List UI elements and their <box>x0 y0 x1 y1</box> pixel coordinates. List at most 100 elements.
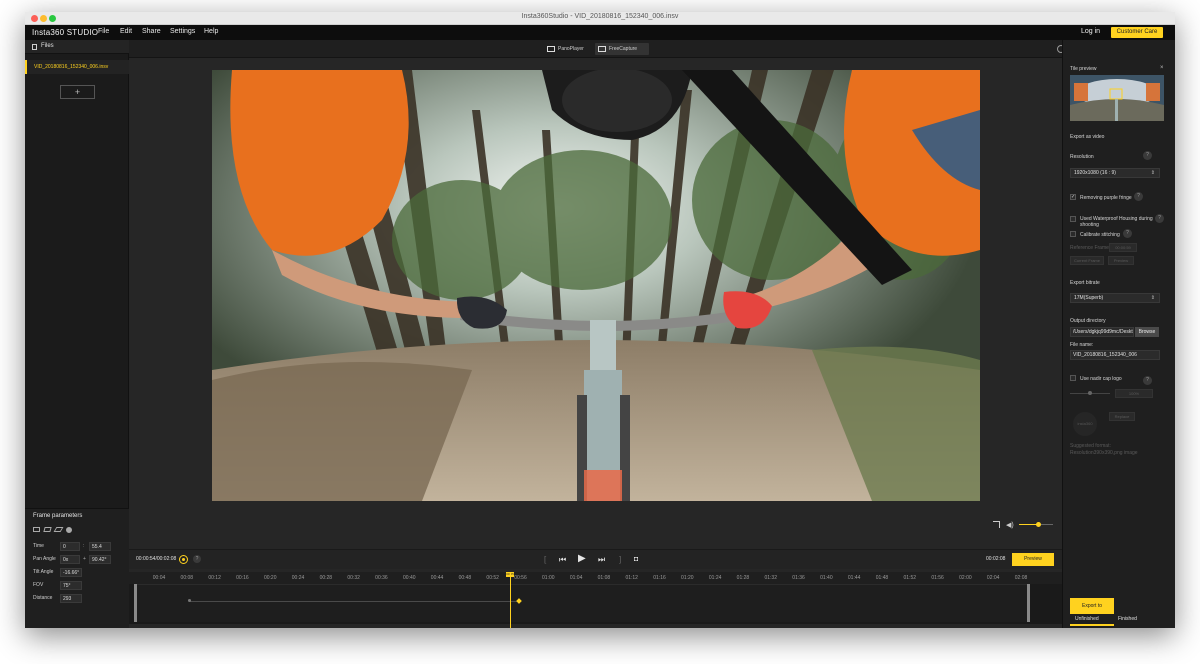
tilt-angle-label: Tilt Angle <box>33 569 54 575</box>
time-minutes-input[interactable]: 0 <box>60 542 80 551</box>
timeline-tick-label: 00:08 <box>180 575 194 581</box>
perspective-view-icon[interactable] <box>43 527 52 532</box>
timeline-tick-label: 01:20 <box>681 575 694 581</box>
timeline-tick-label: 00:20 <box>263 575 277 581</box>
timeline-tick-label: 00:32 <box>347 575 360 581</box>
export-to-button[interactable]: Export to <box>1070 598 1114 614</box>
preview-button[interactable]: Preview <box>1012 553 1054 566</box>
browse-button[interactable]: Browse <box>1135 327 1159 337</box>
timeline-tick-label: 01:28 <box>736 575 750 581</box>
distance-input[interactable]: 293 <box>60 594 82 603</box>
output-directory-label: Output directory <box>1070 318 1106 324</box>
nadir-logo-label: Use nadir cap logo <box>1080 376 1122 382</box>
timeline-tick-label: 01:40 <box>820 575 833 581</box>
files-panel: Files VID_20180816_152340_006.insv + Fra… <box>25 40 129 628</box>
freecapture-icon <box>598 46 606 52</box>
volume-fill <box>1019 524 1038 525</box>
menu-edit[interactable]: Edit <box>120 28 132 35</box>
snapshot-camera-icon[interactable]: ◘ <box>634 555 638 565</box>
volume-icon[interactable]: ◀) <box>1006 521 1014 529</box>
nadir-size-knob[interactable] <box>1088 391 1092 395</box>
waterproof-checkbox[interactable] <box>1070 216 1076 222</box>
resolution-help-icon[interactable]: ? <box>1143 151 1152 160</box>
customer-care-button[interactable]: Customer Care <box>1111 27 1163 38</box>
timeline-end-handle[interactable] <box>1027 584 1030 622</box>
video-frame-illustration <box>212 70 980 501</box>
waterproof-help-icon[interactable]: ? <box>1155 214 1164 223</box>
nadir-size-slider[interactable] <box>1070 391 1110 395</box>
timeline-tick-label: 01:00 <box>542 575 555 581</box>
resolution-select[interactable]: 1920x1080 (16 : 9) ⇕ <box>1070 168 1160 178</box>
add-keyframe-button[interactable] <box>179 555 188 564</box>
volume-knob[interactable] <box>1035 522 1041 527</box>
calibrate-checkbox[interactable] <box>1070 231 1076 237</box>
export-as-video-title: Export as video <box>1070 134 1105 140</box>
nadir-logo-label-text: insta360 <box>1077 421 1093 426</box>
tile-preview-thumbnail[interactable] <box>1070 75 1164 121</box>
current-frame-button[interactable]: Current Frame <box>1070 256 1104 265</box>
mark-out-icon[interactable]: ] <box>619 555 621 565</box>
file-name-input[interactable]: VID_20180816_152340_006 <box>1070 350 1160 360</box>
files-title: Files <box>41 43 54 49</box>
timeline-start-handle[interactable] <box>134 584 137 622</box>
tab-panoplayer[interactable]: PanoPlayer <box>544 43 590 55</box>
nadir-size-input[interactable]: 100% <box>1115 389 1153 398</box>
output-directory-input[interactable]: /Users/dgkjq99d9mc/Deskt <box>1070 327 1134 337</box>
help-icon[interactable]: ? <box>193 555 201 563</box>
menu-settings[interactable]: Settings <box>170 28 195 35</box>
tab-unfinished[interactable]: Unfinished <box>1075 616 1099 622</box>
keyframe-track[interactable] <box>134 584 1030 622</box>
nadir-logo-checkbox[interactable] <box>1070 375 1076 381</box>
flat-view-icon[interactable] <box>33 527 40 532</box>
sphere-view-icon[interactable] <box>66 527 72 533</box>
next-frame-icon[interactable]: ⏭ <box>598 555 605 565</box>
suggested-format-label: Suggested format: <box>1070 443 1111 449</box>
menu-file[interactable]: File <box>98 28 109 35</box>
add-file-button[interactable]: + <box>60 85 95 99</box>
file-name: VID_20180816_152340_006.insv <box>34 64 109 70</box>
purple-fringe-checkbox[interactable]: ✓ <box>1070 194 1076 200</box>
time-label: Time <box>33 543 44 549</box>
timeline-tick-label: 02:04 <box>986 575 1000 581</box>
previous-frame-icon[interactable]: ⏮ <box>559 555 566 565</box>
purple-fringe-help-icon[interactable]: ? <box>1134 192 1143 201</box>
timeline-tick-label: 02:00 <box>959 575 972 581</box>
fullscreen-icon[interactable] <box>993 521 1000 528</box>
tab-freecapture[interactable]: FreeCapture <box>595 43 649 55</box>
timeline-ruler[interactable]: 00:55 00:0400:0800:1200:1600:2000:2400:2… <box>129 572 1062 584</box>
menu-help[interactable]: Help <box>204 28 218 35</box>
file-list-item[interactable]: VID_20180816_152340_006.insv <box>25 60 129 74</box>
tab-finished[interactable]: Finished <box>1118 616 1137 622</box>
mark-in-icon[interactable]: [ <box>544 555 546 565</box>
playhead-line[interactable] <box>510 572 511 628</box>
calibrate-preview-button[interactable]: Preview <box>1108 256 1134 265</box>
login-link[interactable]: Log in <box>1081 28 1100 35</box>
fov-input[interactable]: 75° <box>60 581 82 590</box>
pan-angle-input[interactable]: 90.42° <box>89 555 111 564</box>
calibrate-help-icon[interactable]: ? <box>1123 229 1132 238</box>
pan-turns-input[interactable]: 0x <box>60 555 80 564</box>
replace-logo-button[interactable]: Replace <box>1109 412 1135 421</box>
tilt-angle-input[interactable]: -16.66° <box>60 568 82 577</box>
file-icon <box>32 44 37 50</box>
play-icon[interactable]: ▶ <box>578 554 586 564</box>
wide-view-icon[interactable] <box>53 527 64 532</box>
export-panel: Tile preview × Export as video Resolutio… <box>1062 40 1175 628</box>
keyframe-marker[interactable] <box>188 599 191 602</box>
close-icon[interactable]: × <box>1160 65 1164 71</box>
window-titlebar: Insta360Studio - VID_20180816_152340_006… <box>25 12 1175 25</box>
end-time-readout: 00:02:08 <box>986 556 1006 562</box>
bitrate-select[interactable]: 17M(Superb) ⇕ <box>1070 293 1160 303</box>
pan-separator: + <box>83 556 86 562</box>
timeline-tick-label: 01:24 <box>708 575 722 581</box>
timeline-tick-label: 00:28 <box>319 575 333 581</box>
nadir-help-icon[interactable]: ? <box>1143 376 1152 385</box>
player-view-controls: ◀) <box>129 504 1062 532</box>
volume-slider[interactable] <box>1019 522 1053 527</box>
timeline-tick-label: 01:08 <box>597 575 611 581</box>
video-viewport[interactable] <box>212 70 980 501</box>
time-separator: : <box>83 543 85 549</box>
time-seconds-input[interactable]: 55.4 <box>89 542 111 551</box>
menu-share[interactable]: Share <box>142 28 161 35</box>
reference-time-input[interactable]: 00:00:59 <box>1109 243 1137 252</box>
